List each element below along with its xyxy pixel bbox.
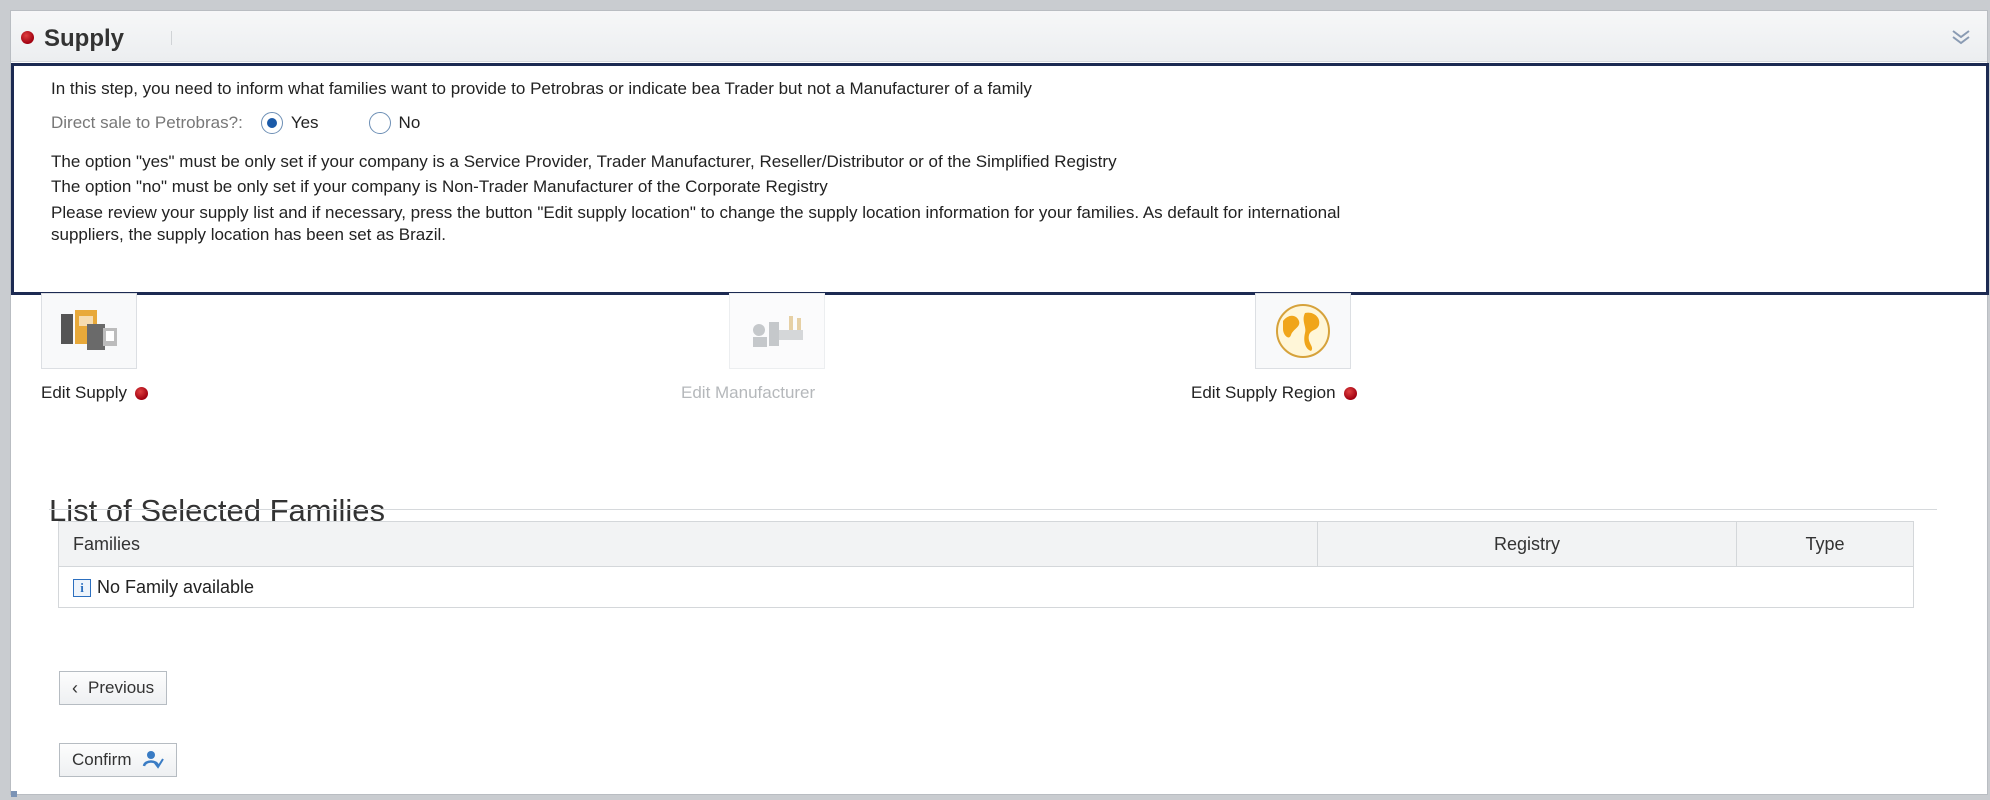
direct-sale-label: Direct sale to Petrobras?: [51, 113, 243, 132]
previous-button[interactable]: ‹ Previous [59, 671, 168, 705]
instruction-text: In this step, you need to inform what fa… [51, 79, 1032, 98]
edit-supply-action[interactable]: Edit Supply [41, 293, 148, 403]
edit-supply-region-label-row: Edit Supply Region [1191, 383, 1357, 403]
confirm-button-label: Confirm [72, 750, 132, 769]
previous-button-label: Previous [88, 678, 155, 697]
column-header-registry[interactable]: Registry [1317, 521, 1737, 567]
empty-table-cell: i No Family available [59, 567, 1914, 608]
radio-yes-label[interactable]: Yes [291, 113, 319, 133]
table-row: i No Family available [59, 567, 1914, 608]
note-no-text: The option "no" must be only set if your… [51, 177, 828, 196]
families-table: Families Registry Type i No Family availa… [58, 521, 1914, 608]
table-header-row: Families Registry Type [58, 521, 1914, 567]
radio-selected-dot [266, 118, 277, 128]
section-divider [49, 509, 1937, 510]
edit-supply-region-action[interactable]: Edit Supply Region [1191, 293, 1357, 403]
supply-panel: Supply In this step, you need to inform … [10, 10, 1989, 797]
status-incomplete-icon [135, 386, 148, 400]
resize-handle [11, 791, 17, 797]
globe-icon[interactable] [1255, 293, 1351, 369]
radio-no-label[interactable]: No [399, 113, 421, 133]
radio-yes[interactable] [260, 112, 283, 134]
review-text-line1: Please review your supply list and if ne… [51, 203, 1341, 222]
edit-manufacturer-action: Edit Manufacturer [681, 293, 825, 403]
chevron-left-icon: ‹ [72, 677, 78, 698]
edit-manufacturer-label: Edit Manufacturer [681, 383, 816, 402]
status-incomplete-icon [21, 31, 34, 44]
action-row: Edit Supply Edit Manufacturer Edit Suppl… [11, 293, 1987, 425]
edit-manufacturer-label-row: Edit Manufacturer [681, 383, 825, 403]
edit-supply-region-label[interactable]: Edit Supply Region [1191, 383, 1336, 403]
edit-supply-label-row: Edit Supply [41, 383, 148, 403]
empty-message: No Family available [97, 576, 255, 597]
confirm-user-icon [142, 751, 164, 769]
confirm-button[interactable]: Confirm [59, 743, 177, 777]
info-icon: i [73, 578, 91, 597]
column-header-type[interactable]: Type [1736, 521, 1914, 567]
double-chevron-down-icon[interactable] [1951, 29, 1971, 45]
status-incomplete-icon [1343, 386, 1357, 400]
header-separator [171, 31, 172, 45]
supply-boxes-icon[interactable] [41, 293, 137, 369]
panel-header: Supply [11, 11, 1987, 62]
edit-supply-label[interactable]: Edit Supply [41, 383, 127, 403]
column-header-families[interactable]: Families [58, 521, 1318, 567]
manufacturer-factory-icon [729, 293, 825, 369]
note-yes-text: The option "yes" must be only set if you… [51, 152, 1117, 171]
panel-title: Supply [44, 25, 125, 52]
review-text-line2: suppliers, the supply location has been … [51, 225, 447, 244]
direct-sale-radio-group: Direct sale to Petrobras?: Yes No [51, 112, 420, 134]
instructions-box: In this step, you need to inform what fa… [11, 63, 1989, 295]
radio-no[interactable] [368, 112, 391, 134]
